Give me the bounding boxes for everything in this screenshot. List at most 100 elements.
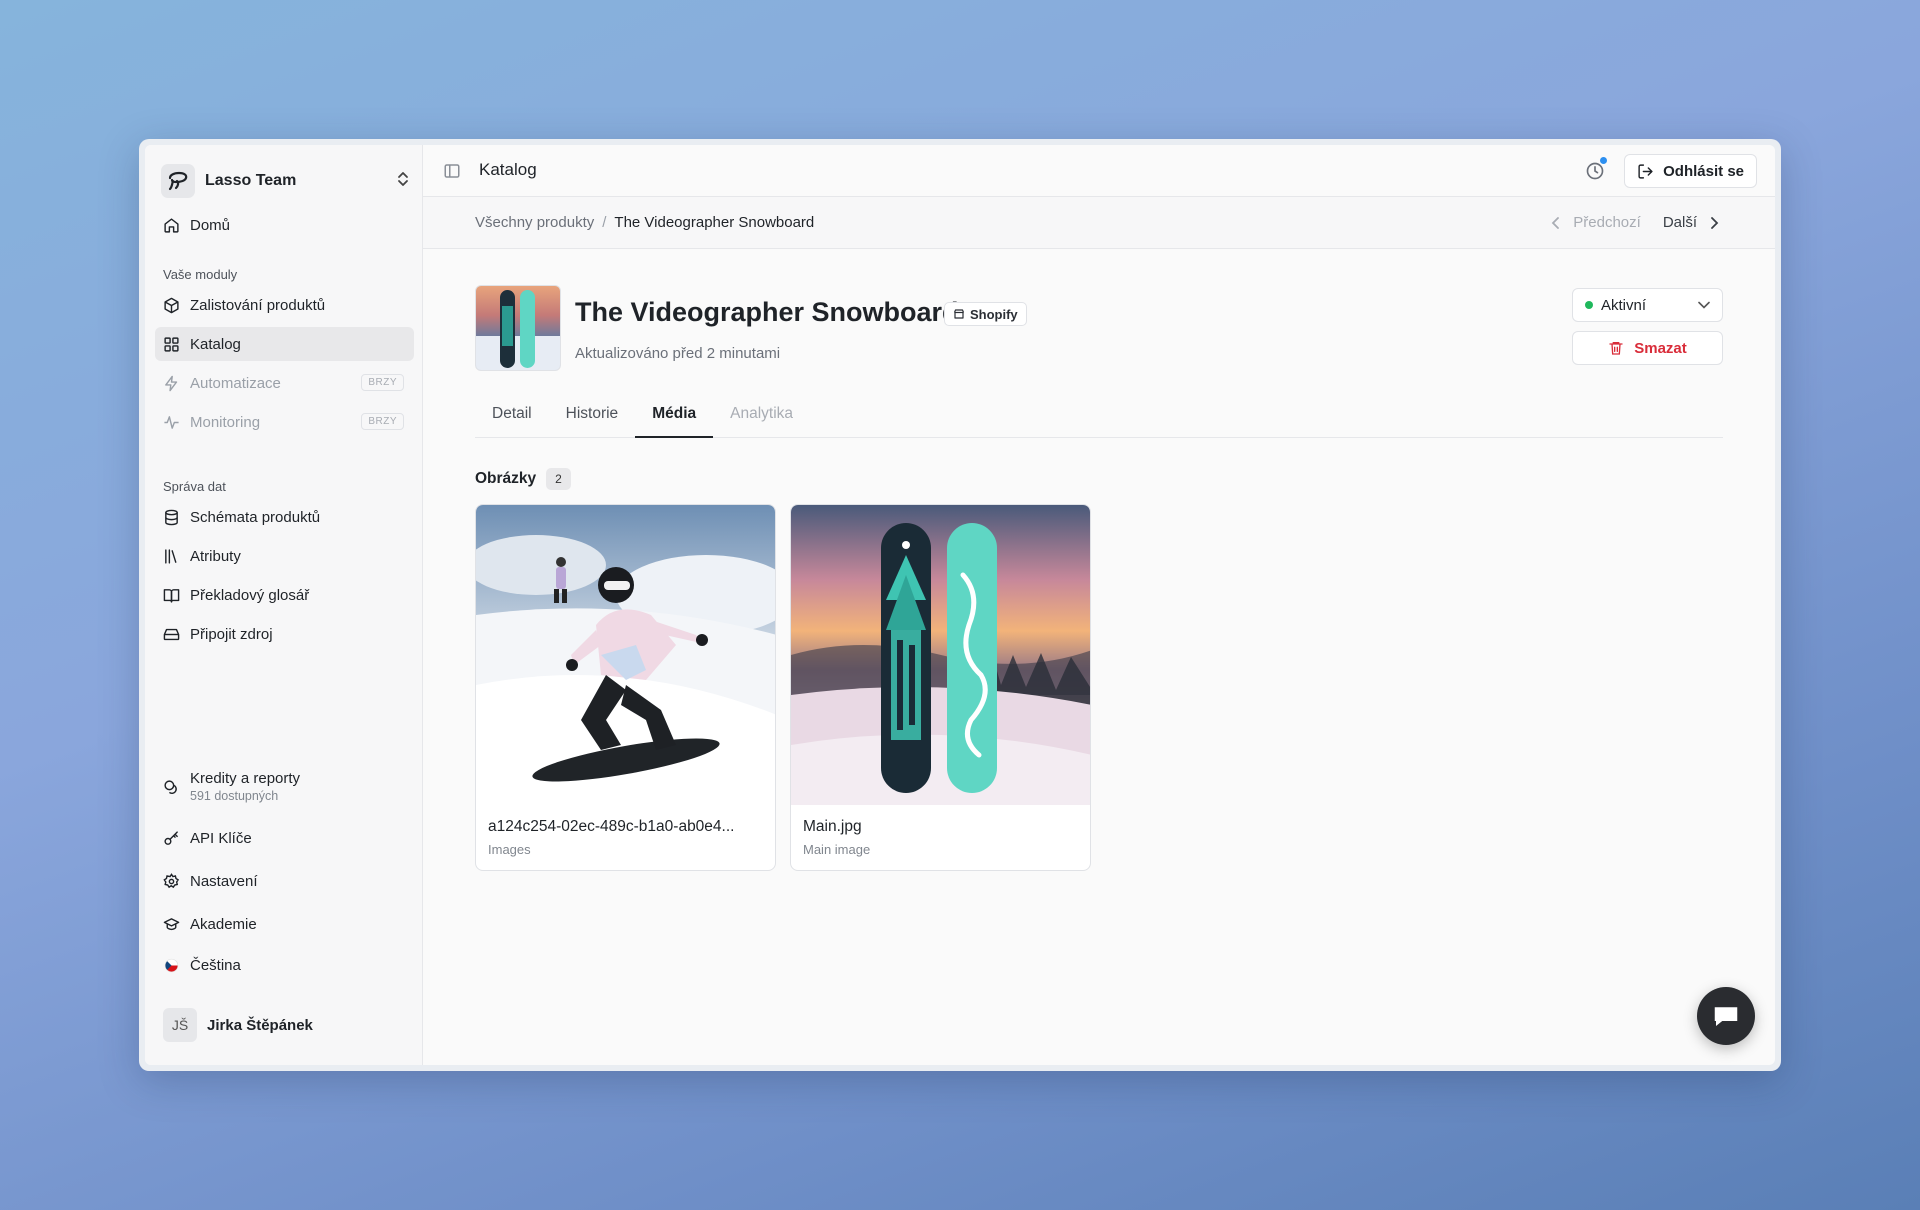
breadcrumb-separator: / <box>602 214 607 231</box>
tab-detail[interactable]: Detail <box>475 398 549 438</box>
sidebar-item-connect-source[interactable]: Připojit zdroj <box>155 617 414 651</box>
sidebar-item-listing[interactable]: Zalistování produktů <box>155 288 414 322</box>
next-label: Další <box>1662 214 1697 231</box>
chat-icon <box>1714 1007 1738 1026</box>
product-header: The Videographer Snowboard Shopify Aktua… <box>475 285 1723 375</box>
team-switcher[interactable]: Lasso Team <box>161 163 410 199</box>
sidebar-item-schemas[interactable]: Schémata produktů <box>155 500 414 534</box>
gear-icon <box>163 872 180 888</box>
section-label-modules: Vaše moduly <box>163 267 238 282</box>
snowboard-product-photo <box>791 505 1090 805</box>
sidebar-item-settings[interactable]: Nastavení <box>155 864 414 898</box>
images-section-header: Obrázky 2 <box>475 468 571 490</box>
sidebar-item-academy[interactable]: Akademie <box>155 907 414 941</box>
status-select[interactable]: Aktivní <box>1572 288 1723 322</box>
clock-icon <box>1586 162 1604 180</box>
sidebar-item-label: Monitoring <box>190 413 261 431</box>
image-filename: Main.jpg <box>803 818 862 835</box>
book-icon <box>163 588 180 603</box>
notification-dot <box>1600 157 1607 164</box>
chevron-down-icon <box>1698 301 1710 309</box>
main-panel: Katalog Odhlásit se Všechny produkty / T… <box>423 145 1775 1065</box>
sidebar-item-label: Čeština <box>190 956 241 974</box>
status-value: Aktivní <box>1601 296 1647 314</box>
tab-history[interactable]: Historie <box>549 398 636 438</box>
user-menu[interactable]: JŠ Jirka Štěpánek <box>155 1005 414 1045</box>
coins-icon <box>164 780 177 794</box>
image-card[interactable]: Main.jpg Main image <box>790 504 1091 871</box>
avatar: JŠ <box>163 1008 197 1042</box>
user-name: Jirka Štěpánek <box>207 1016 313 1034</box>
soon-badge: BRZY <box>361 374 404 391</box>
source-label: Shopify <box>970 306 1018 322</box>
breadcrumb: Všechny produkty / The Videographer Snow… <box>475 214 814 231</box>
database-icon <box>165 509 178 525</box>
chevron-right-icon <box>1711 216 1719 229</box>
sidebar-item-label: Překladový glosář <box>190 586 310 604</box>
sidebar-item-label: Schémata produktů <box>190 508 321 526</box>
previous-button[interactable]: Předchozí <box>1551 214 1641 231</box>
product-tabs: Detail Historie Média Analytika <box>475 398 1723 438</box>
tab-analytics[interactable]: Analytika <box>713 398 810 438</box>
image-type: Images <box>488 842 531 857</box>
logout-button[interactable]: Odhlásit se <box>1624 154 1757 188</box>
pulse-icon <box>164 415 179 429</box>
section-label-data: Správa dat <box>163 479 226 494</box>
images-title: Obrázky <box>475 470 537 487</box>
images-count-badge: 2 <box>546 468 571 490</box>
czech-flag-icon <box>164 958 179 972</box>
home-icon <box>164 217 179 233</box>
logout-label: Odhlásit se <box>1663 162 1744 180</box>
sidebar-item-label: Připojit zdroj <box>190 625 273 643</box>
credits-label: Kredity a reporty <box>190 770 301 787</box>
app-shell: Lasso Team Domů Vaše moduly Zalistování … <box>145 145 1775 1065</box>
product-pager: Předchozí Další <box>1551 214 1719 231</box>
history-button[interactable] <box>1585 157 1607 181</box>
sidebar-item-credits[interactable]: Kredity a reporty 591 dostupných <box>155 766 414 810</box>
image-card[interactable]: a124c254-02ec-489c-b1a0-ab0e4... Images <box>475 504 776 871</box>
key-icon <box>164 830 178 845</box>
sidebar-item-attributes[interactable]: Atributy <box>155 539 414 573</box>
soon-badge: BRZY <box>361 413 404 430</box>
tab-media[interactable]: Média <box>635 398 714 438</box>
app-window: Lasso Team Domů Vaše moduly Zalistování … <box>139 139 1781 1071</box>
bolt-icon <box>165 375 178 391</box>
product-thumbnail[interactable] <box>475 285 561 371</box>
sidebar-item-home[interactable]: Domů <box>155 208 414 242</box>
product-title: The Videographer Snowboard <box>575 297 959 327</box>
sidebar-toggle-icon[interactable] <box>443 162 461 180</box>
sidebar-item-language[interactable]: Čeština <box>155 948 414 982</box>
delete-label: Smazat <box>1634 339 1687 357</box>
credits-available: 591 dostupných <box>190 789 279 803</box>
sidebar-item-label: Atributy <box>190 547 241 565</box>
sidebar-item-label: Automatizace <box>190 374 281 392</box>
sidebar-item-automation[interactable]: Automatizace BRZY <box>155 366 414 400</box>
sidebar-item-glossary[interactable]: Překladový glosář <box>155 578 414 612</box>
sidebar-item-api-keys[interactable]: API Klíče <box>155 821 414 855</box>
sidebar-item-catalog[interactable]: Katalog <box>155 327 414 361</box>
topbar: Katalog Odhlásit se <box>423 145 1775 197</box>
previous-label: Předchozí <box>1573 214 1641 231</box>
image-type: Main image <box>803 842 871 857</box>
chat-button[interactable] <box>1697 987 1755 1045</box>
breadcrumb-all-products[interactable]: Všechny produkty <box>475 214 594 231</box>
logout-icon <box>1638 163 1653 179</box>
image-filename: a124c254-02ec-489c-b1a0-ab0e4... <box>488 818 735 835</box>
next-button[interactable]: Další <box>1663 214 1719 231</box>
drive-icon <box>163 628 180 640</box>
sidebar-item-monitoring[interactable]: Monitoring BRZY <box>155 405 414 439</box>
delete-button[interactable]: Smazat <box>1572 331 1723 365</box>
page-title: Katalog <box>479 160 537 179</box>
sidebar-item-label: Domů <box>190 216 231 234</box>
library-icon <box>165 548 177 564</box>
sidebar-item-label: Akademie <box>190 915 257 933</box>
status-dot <box>1585 301 1593 309</box>
chevron-left-icon <box>1551 216 1560 229</box>
store-icon <box>953 309 965 319</box>
lasso-logo-icon <box>161 164 195 198</box>
box-icon <box>164 297 179 313</box>
chevron-updown-icon <box>396 171 410 192</box>
snowboarder-photo <box>476 505 775 805</box>
sidebar-item-label: Nastavení <box>190 872 258 890</box>
sidebar: Lasso Team Domů Vaše moduly Zalistování … <box>145 145 423 1065</box>
